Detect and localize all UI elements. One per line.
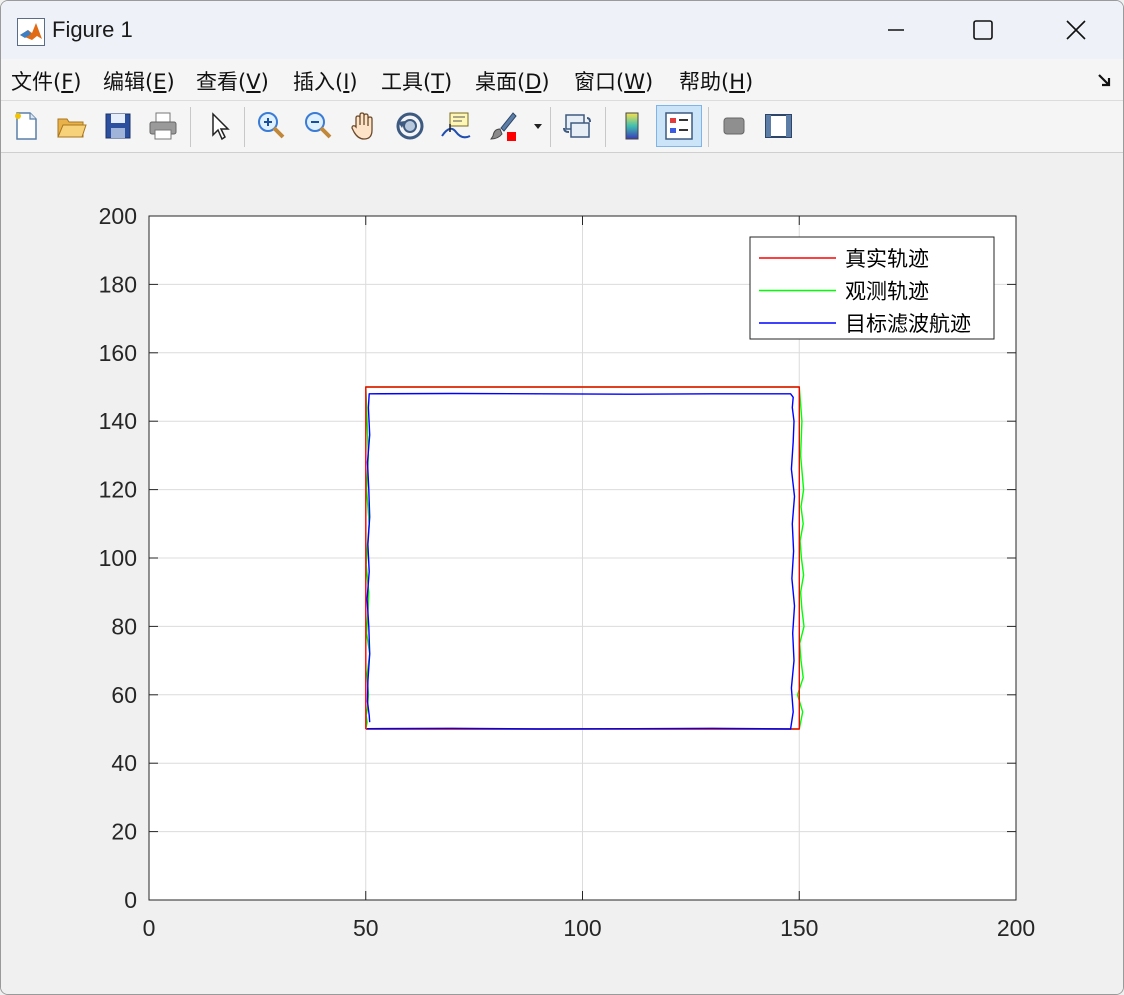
link-plot-icon bbox=[563, 114, 591, 138]
x-tick-label: 0 bbox=[143, 915, 156, 941]
zoom-out-button[interactable] bbox=[298, 106, 338, 146]
y-tick-label: 160 bbox=[99, 340, 137, 366]
legend[interactable]: 真实轨迹观测轨迹目标滤波航迹 bbox=[749, 236, 995, 340]
maximize-button[interactable] bbox=[938, 1, 1028, 59]
menu-edit[interactable]: 编辑(E) bbox=[103, 66, 175, 96]
menu-view[interactable]: 查看(V) bbox=[196, 66, 269, 96]
data-cursor-button[interactable] bbox=[436, 106, 476, 146]
pointer-button[interactable] bbox=[199, 106, 239, 146]
data-cursor-icon bbox=[441, 112, 471, 139]
menu-window[interactable]: 窗口(W) bbox=[574, 66, 653, 96]
chevron-down-icon bbox=[534, 124, 542, 129]
brush-dropdown-button[interactable] bbox=[528, 106, 548, 146]
menu-file[interactable]: 文件(F) bbox=[11, 66, 82, 96]
pointer-icon bbox=[212, 112, 230, 141]
print-icon bbox=[149, 112, 177, 140]
legend-label: 观测轨迹 bbox=[845, 280, 929, 304]
x-tick-label: 100 bbox=[563, 915, 601, 941]
y-tick-label: 60 bbox=[111, 682, 137, 708]
brush-button[interactable] bbox=[483, 106, 523, 146]
new-figure-button[interactable] bbox=[6, 106, 46, 146]
figure-canvas[interactable]: 0 50 100 150 200 0 20 40 60 80 100 120 140 160 180 200 … bbox=[1, 153, 1123, 994]
zoom-in-button[interactable] bbox=[251, 106, 291, 146]
hide-plot-tools-icon bbox=[723, 117, 745, 135]
toolbar-separator bbox=[605, 107, 606, 147]
x-tick-label: 200 bbox=[997, 915, 1035, 941]
figure-window: Figure 1 文件(F) 编辑(E) 查看(V) 插入(I) 工具(T) 桌… bbox=[0, 0, 1124, 995]
colorbar-icon bbox=[625, 112, 639, 140]
y-tick-label: 20 bbox=[111, 819, 137, 845]
y-tick-label: 100 bbox=[99, 545, 137, 571]
pan-hand-icon bbox=[351, 112, 373, 140]
x-tick-label: 50 bbox=[353, 915, 379, 941]
legend-label: 真实轨迹 bbox=[845, 247, 929, 271]
menu-insert[interactable]: 插入(I) bbox=[293, 66, 358, 96]
open-file-button[interactable] bbox=[51, 106, 91, 146]
print-button[interactable] bbox=[143, 106, 183, 146]
close-icon bbox=[1066, 20, 1086, 40]
toolbar-separator bbox=[708, 107, 709, 147]
y-tick-label: 180 bbox=[99, 271, 137, 297]
x-tick-label: 150 bbox=[780, 915, 818, 941]
y-tick-label: 140 bbox=[99, 408, 137, 434]
legend-label: 目标滤波航迹 bbox=[845, 312, 971, 336]
new-figure-icon bbox=[15, 112, 37, 140]
legend-icon bbox=[665, 112, 693, 140]
toolbar-separator bbox=[550, 107, 551, 147]
hide-plot-tools-button[interactable] bbox=[714, 106, 754, 146]
legend-button[interactable] bbox=[656, 105, 702, 147]
figure-toolbar bbox=[1, 101, 1123, 153]
pan-button[interactable] bbox=[344, 106, 384, 146]
dock-figure-icon[interactable] bbox=[1097, 72, 1113, 88]
brush-icon bbox=[490, 112, 517, 141]
menu-help[interactable]: 帮助(H) bbox=[679, 66, 753, 96]
rotate-3d-button[interactable] bbox=[390, 106, 430, 146]
zoom-in-icon bbox=[258, 112, 285, 139]
y-tick-label: 200 bbox=[99, 203, 137, 229]
y-tick-label: 80 bbox=[111, 613, 137, 639]
rotate-3d-icon bbox=[396, 112, 424, 140]
y-tick-label: 40 bbox=[111, 750, 137, 776]
chart[interactable]: 0 50 100 150 200020406080100120140160180200 … bbox=[1, 153, 1123, 994]
toolbar-separator bbox=[190, 107, 191, 147]
y-tick-label: 120 bbox=[99, 477, 137, 503]
save-button[interactable] bbox=[98, 106, 138, 146]
title-bar: Figure 1 bbox=[1, 1, 1123, 59]
minimize-button[interactable] bbox=[851, 1, 941, 59]
maximize-icon bbox=[973, 20, 993, 40]
close-button[interactable] bbox=[1031, 1, 1121, 59]
toolbar-separator bbox=[244, 107, 245, 147]
link-plot-button[interactable] bbox=[557, 106, 597, 146]
minimize-icon bbox=[888, 29, 904, 31]
open-file-icon bbox=[57, 118, 87, 138]
save-icon bbox=[105, 113, 131, 139]
y-tick-label: 0 bbox=[124, 887, 137, 913]
menu-desktop[interactable]: 桌面(D) bbox=[475, 66, 550, 96]
colorbar-button[interactable] bbox=[612, 106, 652, 146]
show-plot-tools-button[interactable] bbox=[758, 106, 798, 146]
window-title: Figure 1 bbox=[52, 17, 133, 42]
menu-tools[interactable]: 工具(T) bbox=[381, 66, 452, 96]
show-plot-tools-icon bbox=[765, 114, 792, 138]
zoom-out-icon bbox=[305, 112, 332, 139]
matlab-logo-icon bbox=[17, 18, 45, 46]
menu-bar: 文件(F) 编辑(E) 查看(V) 插入(I) 工具(T) 桌面(D) 窗口(W… bbox=[1, 59, 1123, 101]
